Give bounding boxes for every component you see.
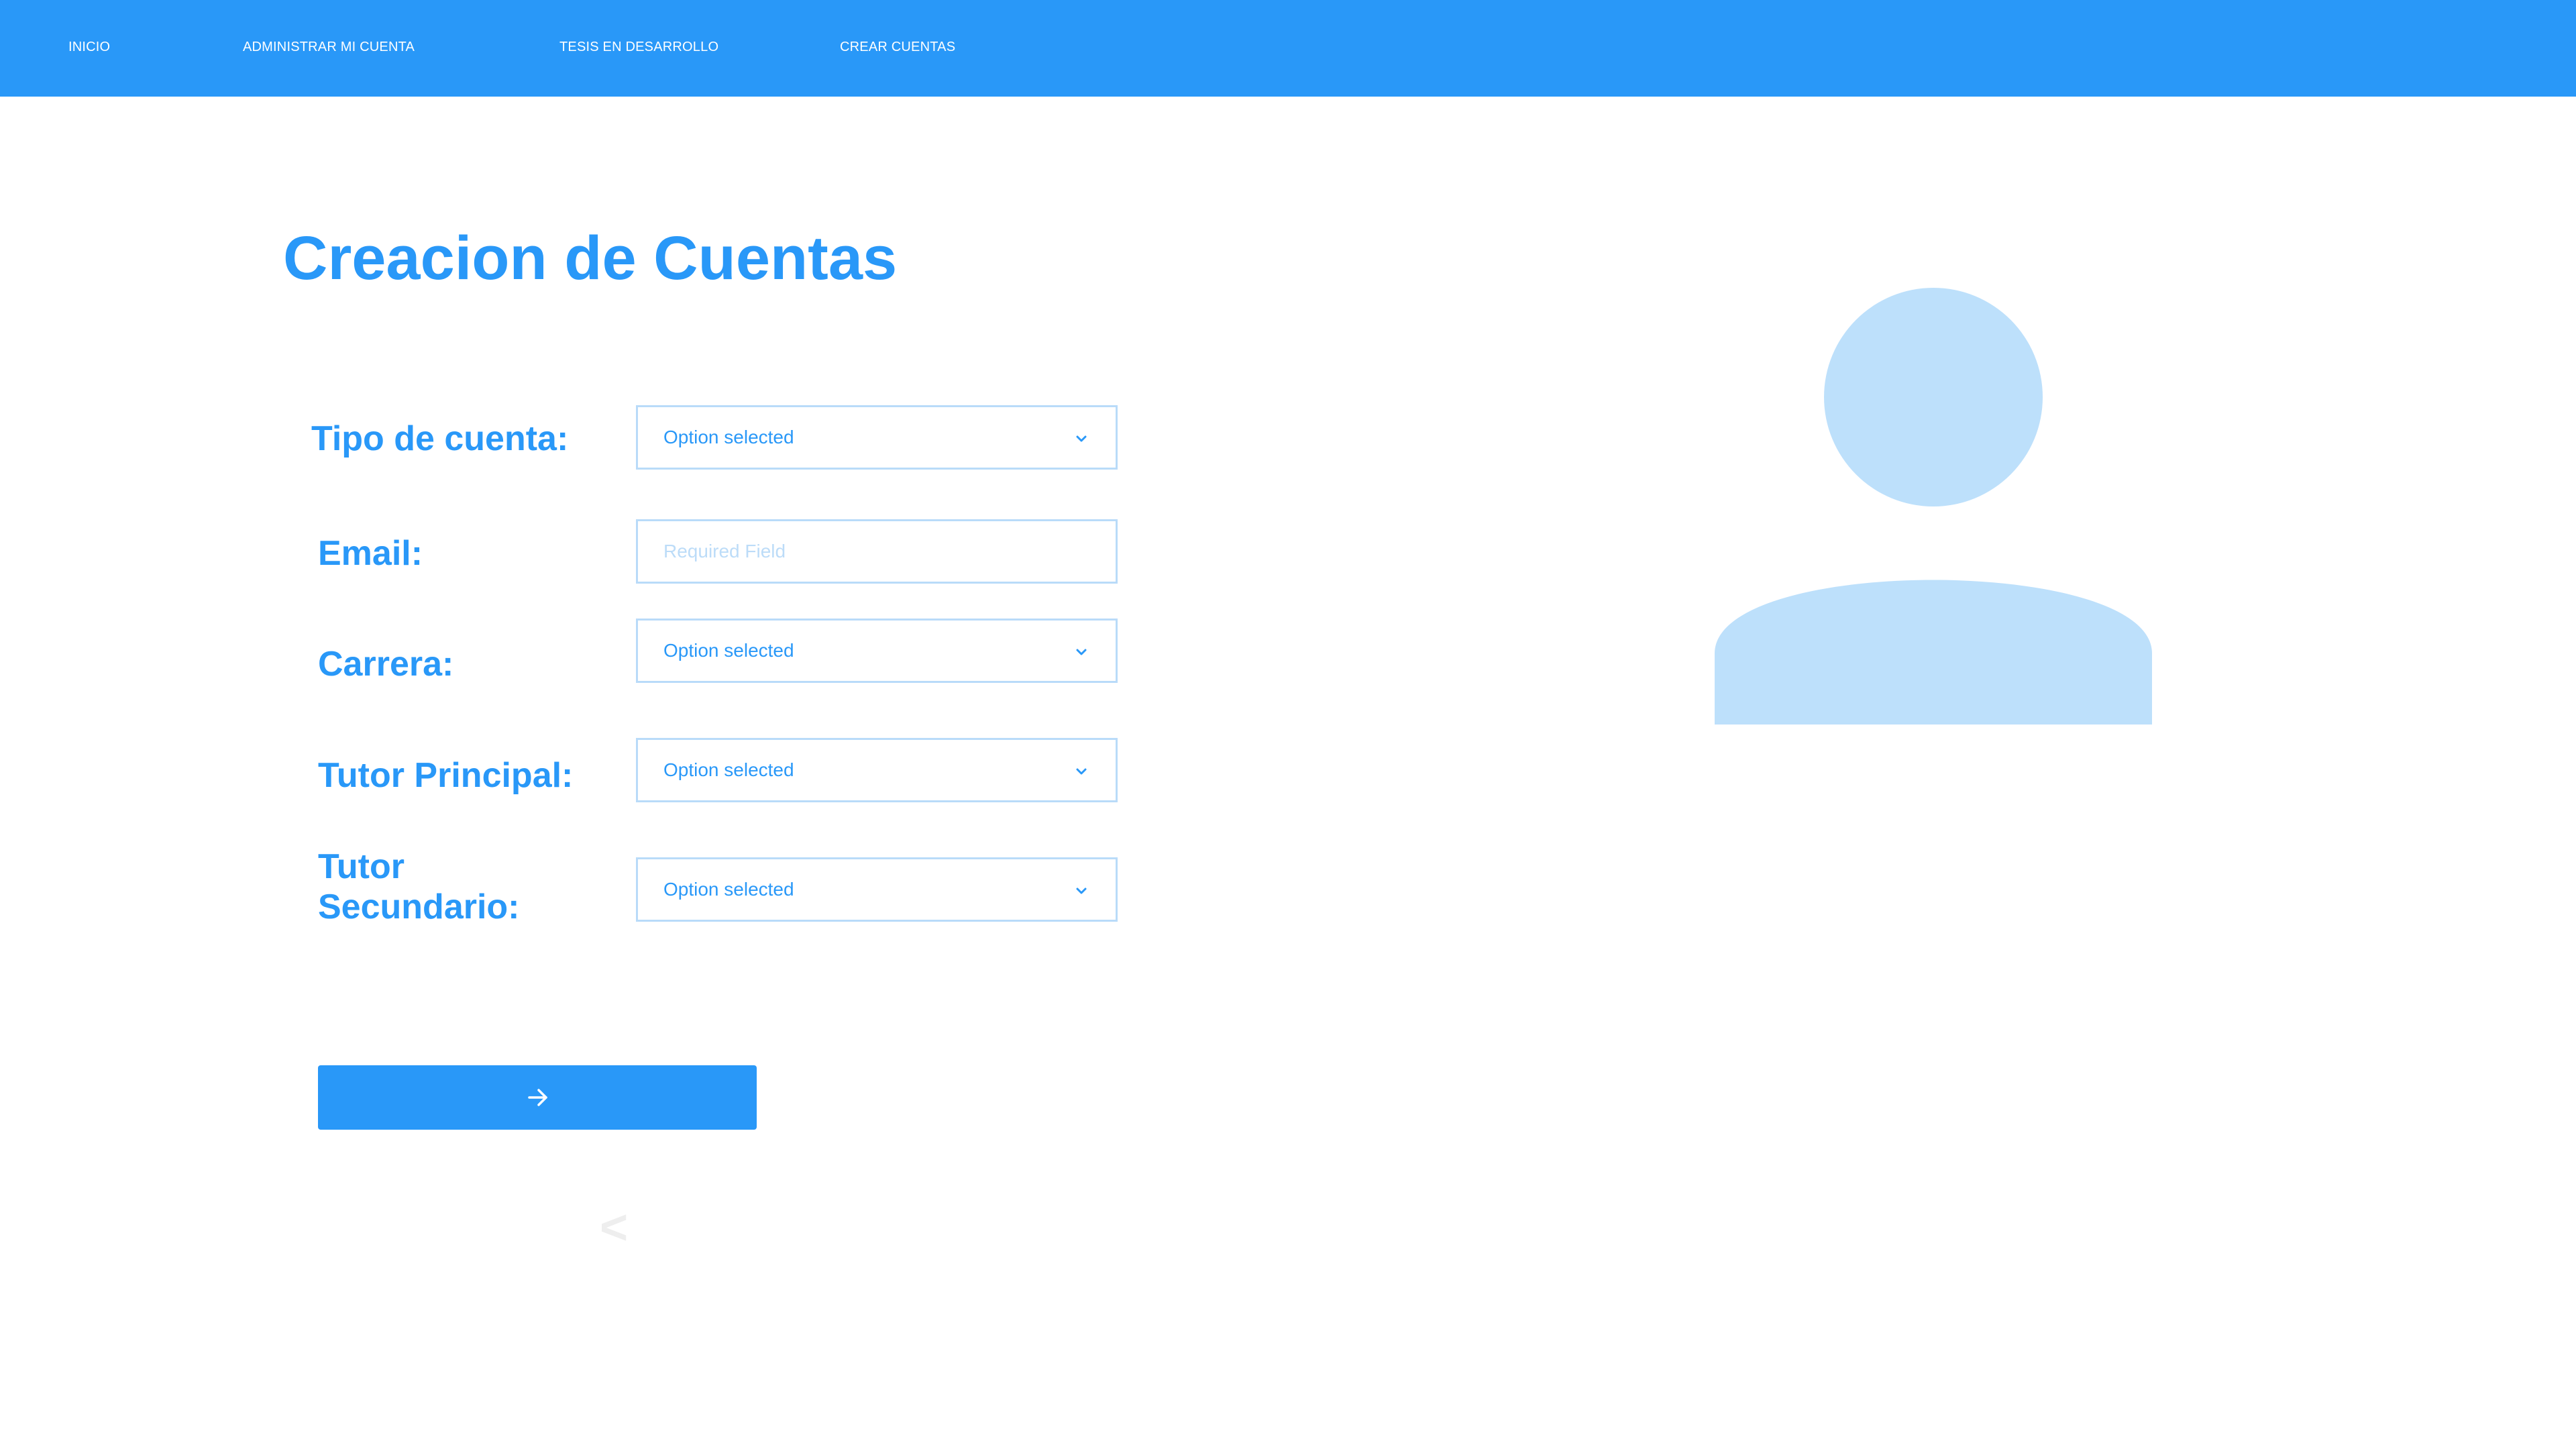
nav-item-administrar-mi-cuenta[interactable]: ADMINISTRAR MI CUENTA <box>243 38 415 56</box>
chevron-down-icon <box>1076 435 1087 442</box>
secondary-tutor-selected-value: Option selected <box>663 879 794 900</box>
submit-button[interactable] <box>318 1065 757 1130</box>
secondary-tutor-label-line1: Tutor <box>318 847 405 886</box>
account-type-selected-value: Option selected <box>663 427 794 447</box>
top-navbar: INICIO ADMINISTRAR MI CUENTA TESIS EN DE… <box>0 0 2576 97</box>
secondary-tutor-label-line2: Secundario: <box>318 888 520 926</box>
main-tutor-label: Tutor Principal: <box>318 756 574 795</box>
career-label: Carrera: <box>318 645 454 684</box>
user-placeholder-icon <box>1715 288 2152 724</box>
nav-item-tesis-en-desarrollo[interactable]: TESIS EN DESARROLLO <box>559 38 718 56</box>
main-tutor-selected-value: Option selected <box>663 759 794 780</box>
account-type-select[interactable]: Option selected <box>636 405 1118 470</box>
nav-item-inicio[interactable]: INICIO <box>68 38 110 56</box>
career-select[interactable]: Option selected <box>636 619 1118 683</box>
nav-item-crear-cuentas[interactable]: CREAR CUENTAS <box>840 38 955 56</box>
main-tutor-select[interactable]: Option selected <box>636 738 1118 802</box>
page-title: Creacion de Cuentas <box>283 224 898 292</box>
chevron-down-icon <box>1076 649 1087 655</box>
secondary-tutor-label: Tutor Secundario: <box>318 847 520 927</box>
chevron-down-icon <box>1076 888 1087 894</box>
account-type-label: Tipo de cuenta: <box>311 419 569 458</box>
back-link[interactable]: < <box>600 1201 628 1254</box>
secondary-tutor-select[interactable]: Option selected <box>636 857 1118 922</box>
arrow-right-icon <box>528 1089 547 1106</box>
email-label: Email: <box>318 534 423 573</box>
email-field[interactable] <box>638 521 1116 582</box>
chevron-down-icon <box>1076 768 1087 775</box>
email-field-box <box>636 519 1118 584</box>
career-selected-value: Option selected <box>663 640 794 661</box>
